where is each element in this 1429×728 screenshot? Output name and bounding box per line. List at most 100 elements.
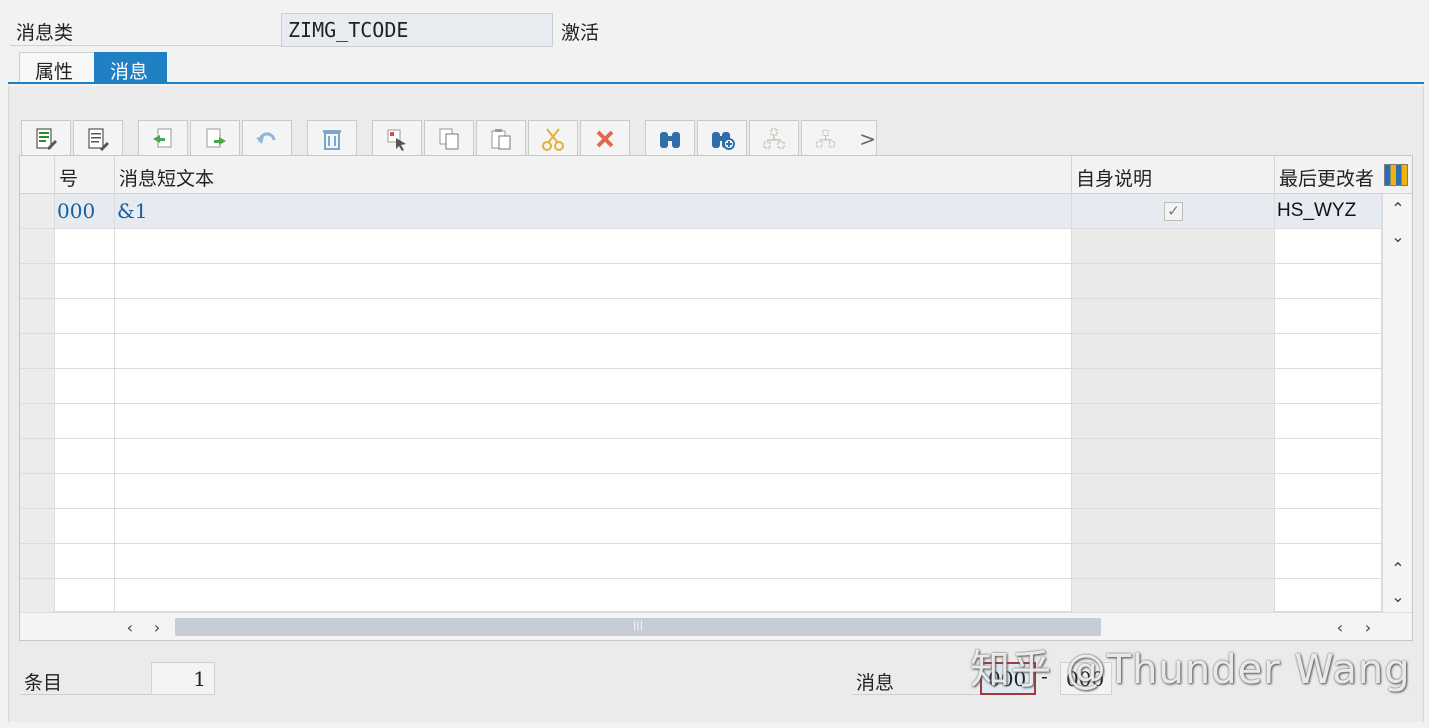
copy-button[interactable] [424, 120, 474, 156]
table-row[interactable] [20, 544, 1382, 579]
scroll-thumb[interactable]: ||| [175, 618, 1101, 636]
scroll-right-icon[interactable]: › [142, 613, 172, 641]
more-toolbar-button[interactable]: > [859, 127, 876, 151]
change-button[interactable] [21, 120, 71, 156]
select-all-cell[interactable] [20, 156, 55, 194]
table-row[interactable] [20, 229, 1382, 264]
cancel-button[interactable] [580, 120, 630, 156]
expand-button[interactable] [749, 120, 799, 156]
find-button[interactable] [645, 120, 695, 156]
append-row-button[interactable] [190, 120, 240, 156]
user-cell [1275, 229, 1382, 263]
message-class-field[interactable]: ZIMG_TCODE [281, 13, 553, 47]
number-cell[interactable] [55, 229, 115, 263]
column-header-short-text[interactable]: 消息短文本 [115, 156, 1072, 194]
table-row[interactable] [20, 299, 1382, 334]
text-cell[interactable] [115, 474, 1072, 508]
number-cell[interactable] [55, 264, 115, 298]
row-selector[interactable] [20, 404, 55, 438]
number-cell[interactable] [55, 404, 115, 438]
number-cell[interactable] [55, 579, 115, 612]
delete-button[interactable] [307, 120, 357, 156]
number-cell[interactable] [55, 509, 115, 543]
table-header: 号 消息短文本 自身说明 最后更改者 [20, 156, 1412, 194]
self-cell [1072, 439, 1275, 473]
row-selector[interactable] [20, 474, 55, 508]
row-selector[interactable] [20, 299, 55, 333]
paste-button[interactable] [476, 120, 526, 156]
self-cell [1072, 544, 1275, 578]
row-selector[interactable] [20, 509, 55, 543]
find-next-button[interactable] [697, 120, 747, 156]
table-row[interactable] [20, 579, 1382, 612]
column-header-last-changed-by[interactable]: 最后更改者 [1275, 156, 1382, 194]
text-cell[interactable] [115, 229, 1072, 263]
column-settings-icon[interactable] [1384, 164, 1408, 186]
user-cell [1275, 404, 1382, 438]
column-header-number[interactable]: 号 [55, 156, 115, 194]
expand-icon [763, 128, 785, 148]
text-cell[interactable] [115, 579, 1072, 612]
entries-field: 1 [151, 662, 215, 695]
table-row[interactable] [20, 404, 1382, 439]
table-row[interactable] [20, 264, 1382, 299]
undo-icon [256, 131, 276, 144]
self-explanatory-checkbox[interactable]: ✓ [1164, 202, 1183, 221]
text-cell[interactable] [115, 299, 1072, 333]
display-button[interactable] [73, 120, 123, 156]
row-selector[interactable] [20, 264, 55, 298]
page-down-icon[interactable]: ⌄ [1383, 582, 1413, 610]
table-row[interactable] [20, 369, 1382, 404]
row-selector[interactable] [20, 579, 55, 612]
scroll-down-icon[interactable]: ⌄ [1383, 222, 1413, 250]
row-selector[interactable] [20, 544, 55, 578]
row-selector[interactable] [20, 194, 55, 228]
number-cell[interactable] [55, 439, 115, 473]
tab-messages[interactable]: 消息 [94, 52, 167, 83]
text-cell[interactable] [115, 404, 1072, 438]
vertical-scrollbar[interactable]: ⌃ ⌄ ⌃ ⌄ [1382, 194, 1412, 612]
insert-row-icon [153, 128, 172, 147]
user-cell [1275, 544, 1382, 578]
self-cell [1072, 509, 1275, 543]
number-cell[interactable] [55, 369, 115, 403]
table-row[interactable] [20, 474, 1382, 509]
tab-divider [8, 82, 1424, 84]
scroll-up-icon[interactable]: ⌃ [1383, 194, 1413, 222]
text-cell[interactable] [115, 369, 1072, 403]
text-cell[interactable] [115, 439, 1072, 473]
table-row[interactable] [20, 439, 1382, 474]
number-cell[interactable] [55, 474, 115, 508]
text-cell[interactable] [115, 264, 1072, 298]
self-cell [1072, 369, 1275, 403]
message-number-cell[interactable]: 000 [55, 194, 115, 228]
number-cell[interactable] [55, 544, 115, 578]
table-row[interactable]: 000 &1 ✓ HS_WYZ [20, 194, 1382, 229]
row-selector[interactable] [20, 369, 55, 403]
collapse-button[interactable]: > [801, 120, 877, 156]
cut-button[interactable] [528, 120, 578, 156]
text-cell[interactable] [115, 509, 1072, 543]
text-cell[interactable] [115, 544, 1072, 578]
self-cell [1072, 334, 1275, 368]
scroll-left-icon[interactable]: ‹ [115, 613, 145, 641]
page-up-icon[interactable]: ⌃ [1383, 554, 1413, 582]
row-selector[interactable] [20, 229, 55, 263]
user-cell [1275, 509, 1382, 543]
horizontal-scrollbar[interactable]: ‹ › ||| ‹ › [20, 612, 1412, 640]
message-range-label: 消息 [856, 672, 895, 694]
message-class-label: 消息类 [16, 22, 74, 44]
row-selector[interactable] [20, 334, 55, 368]
number-cell[interactable] [55, 334, 115, 368]
number-cell[interactable] [55, 299, 115, 333]
row-selector[interactable] [20, 439, 55, 473]
table-row[interactable] [20, 334, 1382, 369]
text-cell[interactable] [115, 334, 1072, 368]
table-row[interactable] [20, 509, 1382, 544]
column-header-self-explanatory[interactable]: 自身说明 [1072, 156, 1275, 194]
message-text-cell[interactable]: &1 [115, 194, 1072, 228]
undo-button[interactable] [242, 120, 292, 156]
tab-attributes[interactable]: 属性 [19, 52, 95, 83]
insert-row-button[interactable] [138, 120, 188, 156]
select-button[interactable] [372, 120, 422, 156]
